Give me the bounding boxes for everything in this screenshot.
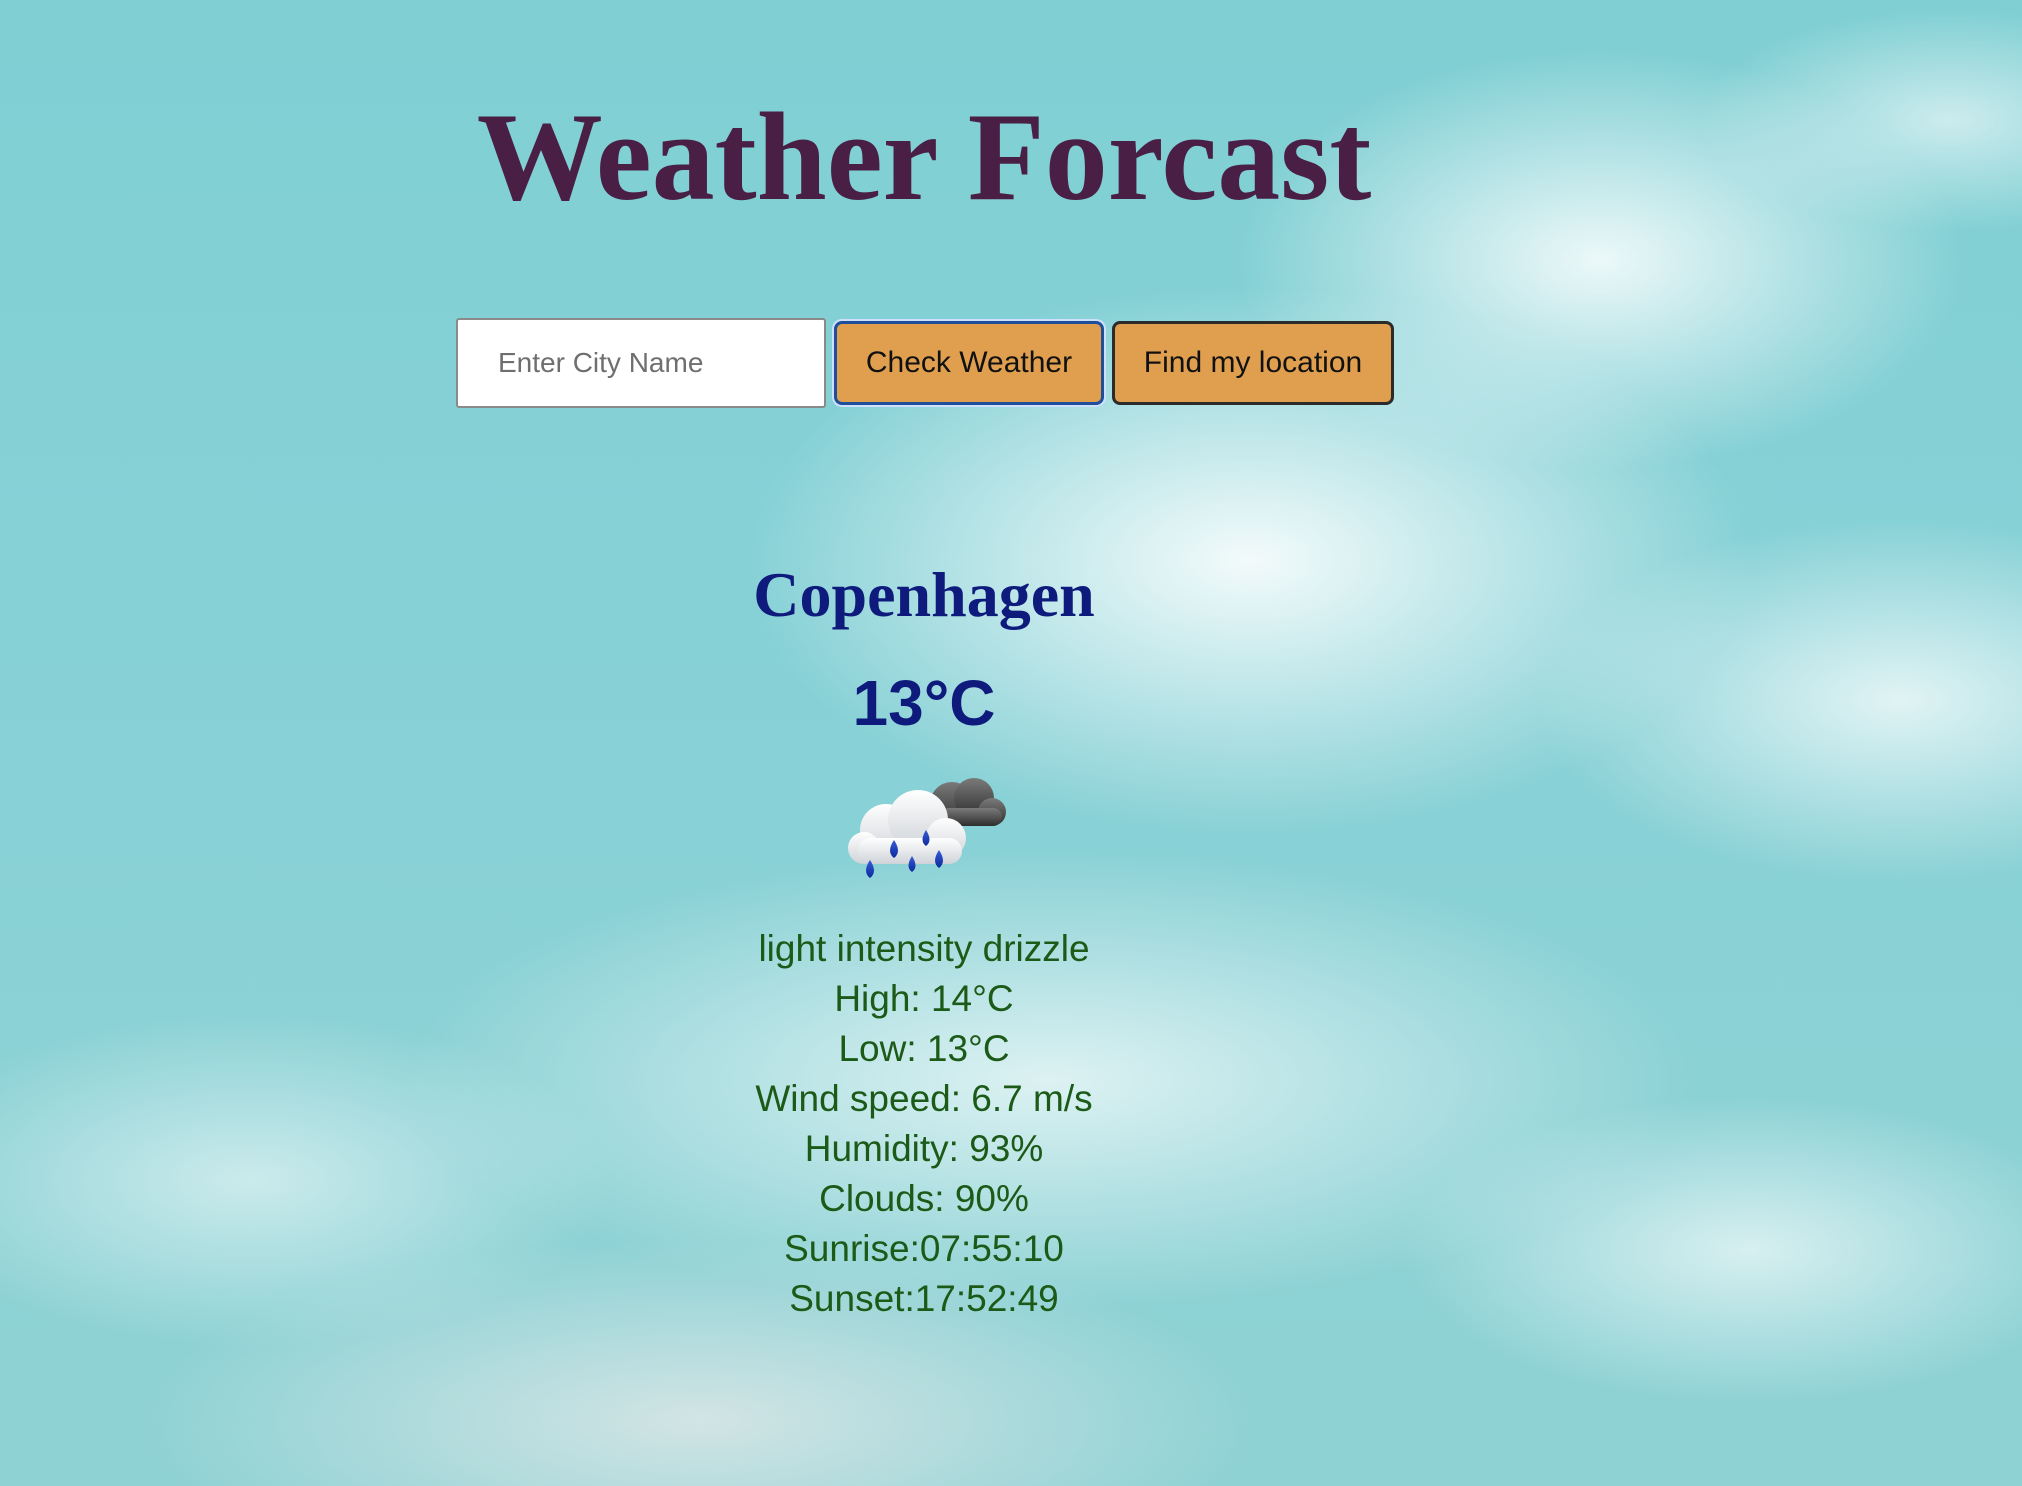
search-bar: Check Weather Find my location [456,318,1394,408]
temp-low: Low: 13°C [838,1028,1010,1069]
weather-icon-container [624,768,1224,918]
find-location-button[interactable]: Find my location [1112,321,1394,405]
temperature: 13°C [852,667,996,739]
city-name: Copenhagen [753,559,1095,630]
rain-cloud-icon [848,778,1006,878]
city-search-input[interactable] [456,318,826,408]
sunset-time: Sunset:17:52:49 [789,1278,1059,1319]
wind-speed: Wind speed: 6.7 m/s [755,1078,1093,1119]
weather-result: Copenhagen 13°C light intensity drizzle … [624,540,1224,1324]
check-weather-button[interactable]: Check Weather [834,321,1104,405]
humidity: Humidity: 93% [804,1128,1044,1169]
weather-details: light intensity drizzle High: 14°C Low: … [624,924,1224,1324]
cloud-cover: Clouds: 90% [819,1178,1029,1219]
temp-high: High: 14°C [834,978,1014,1019]
weather-description: light intensity drizzle [758,928,1090,969]
page-title: Weather Forcast [476,88,1372,227]
sunrise-time: Sunrise:07:55:10 [784,1228,1064,1269]
